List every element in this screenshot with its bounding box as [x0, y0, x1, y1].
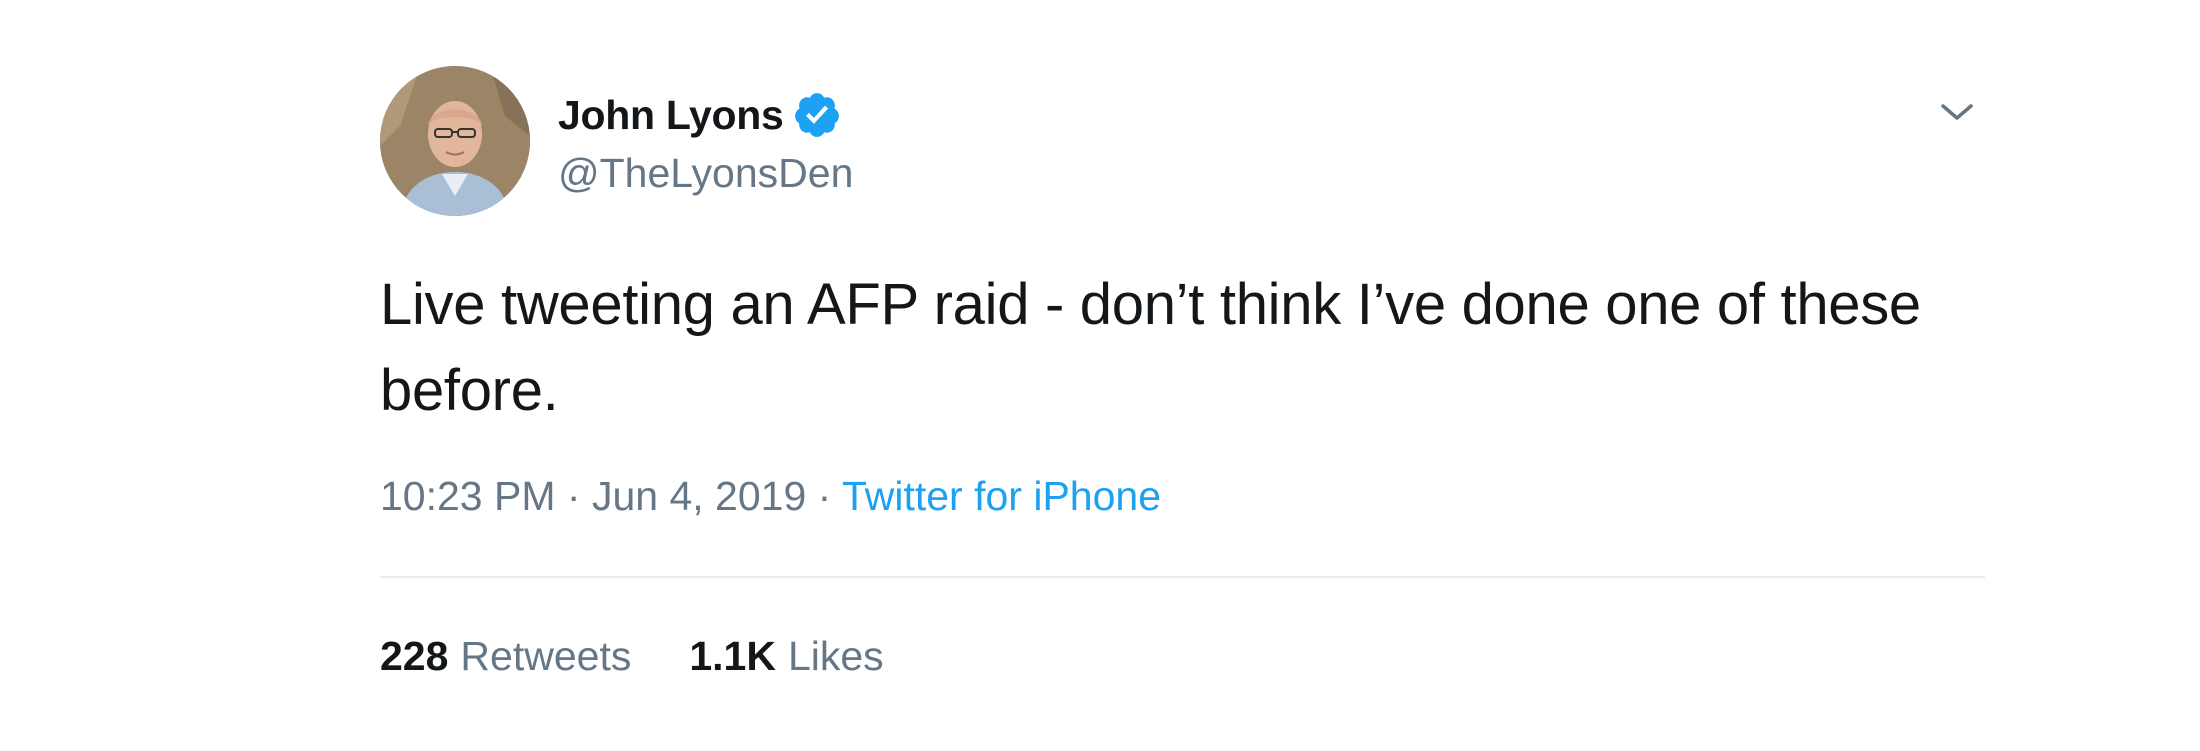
tweet-card: John Lyons @TheLyonsDen Live tweeting an… [380, 66, 1985, 726]
retweets-label: Retweets [460, 633, 632, 679]
divider [380, 576, 1985, 578]
author-display-name[interactable]: John Lyons [558, 92, 784, 139]
tweet-date[interactable]: Jun 4, 2019 [592, 473, 806, 519]
meta-separator: · [566, 473, 592, 519]
retweets-count: 228 [380, 633, 449, 679]
author-handle[interactable]: @TheLyonsDen [558, 144, 853, 202]
chevron-down-icon[interactable] [1929, 84, 1985, 140]
display-name-row: John Lyons [558, 86, 853, 144]
tweet-source-link[interactable]: Twitter for iPhone [842, 473, 1161, 519]
likes-count: 1.1K [689, 633, 776, 679]
avatar[interactable] [380, 66, 530, 216]
tweet-stats: 228 Retweets 1.1K Likes [380, 628, 884, 684]
tweet-meta: 10:23 PM · Jun 4, 2019 · Twitter for iPh… [380, 468, 1161, 524]
retweets-stat[interactable]: 228 Retweets [380, 628, 631, 684]
author-names: John Lyons @TheLyonsDen [558, 86, 853, 202]
likes-stat[interactable]: 1.1K Likes [689, 628, 883, 684]
tweet-time[interactable]: 10:23 PM [380, 473, 556, 519]
likes-label: Likes [787, 633, 884, 679]
verified-badge-icon [792, 90, 842, 140]
tweet-text: Live tweeting an AFP raid - don’t think … [380, 272, 1921, 423]
meta-separator: · [817, 473, 842, 519]
avatar-photo [380, 66, 530, 216]
